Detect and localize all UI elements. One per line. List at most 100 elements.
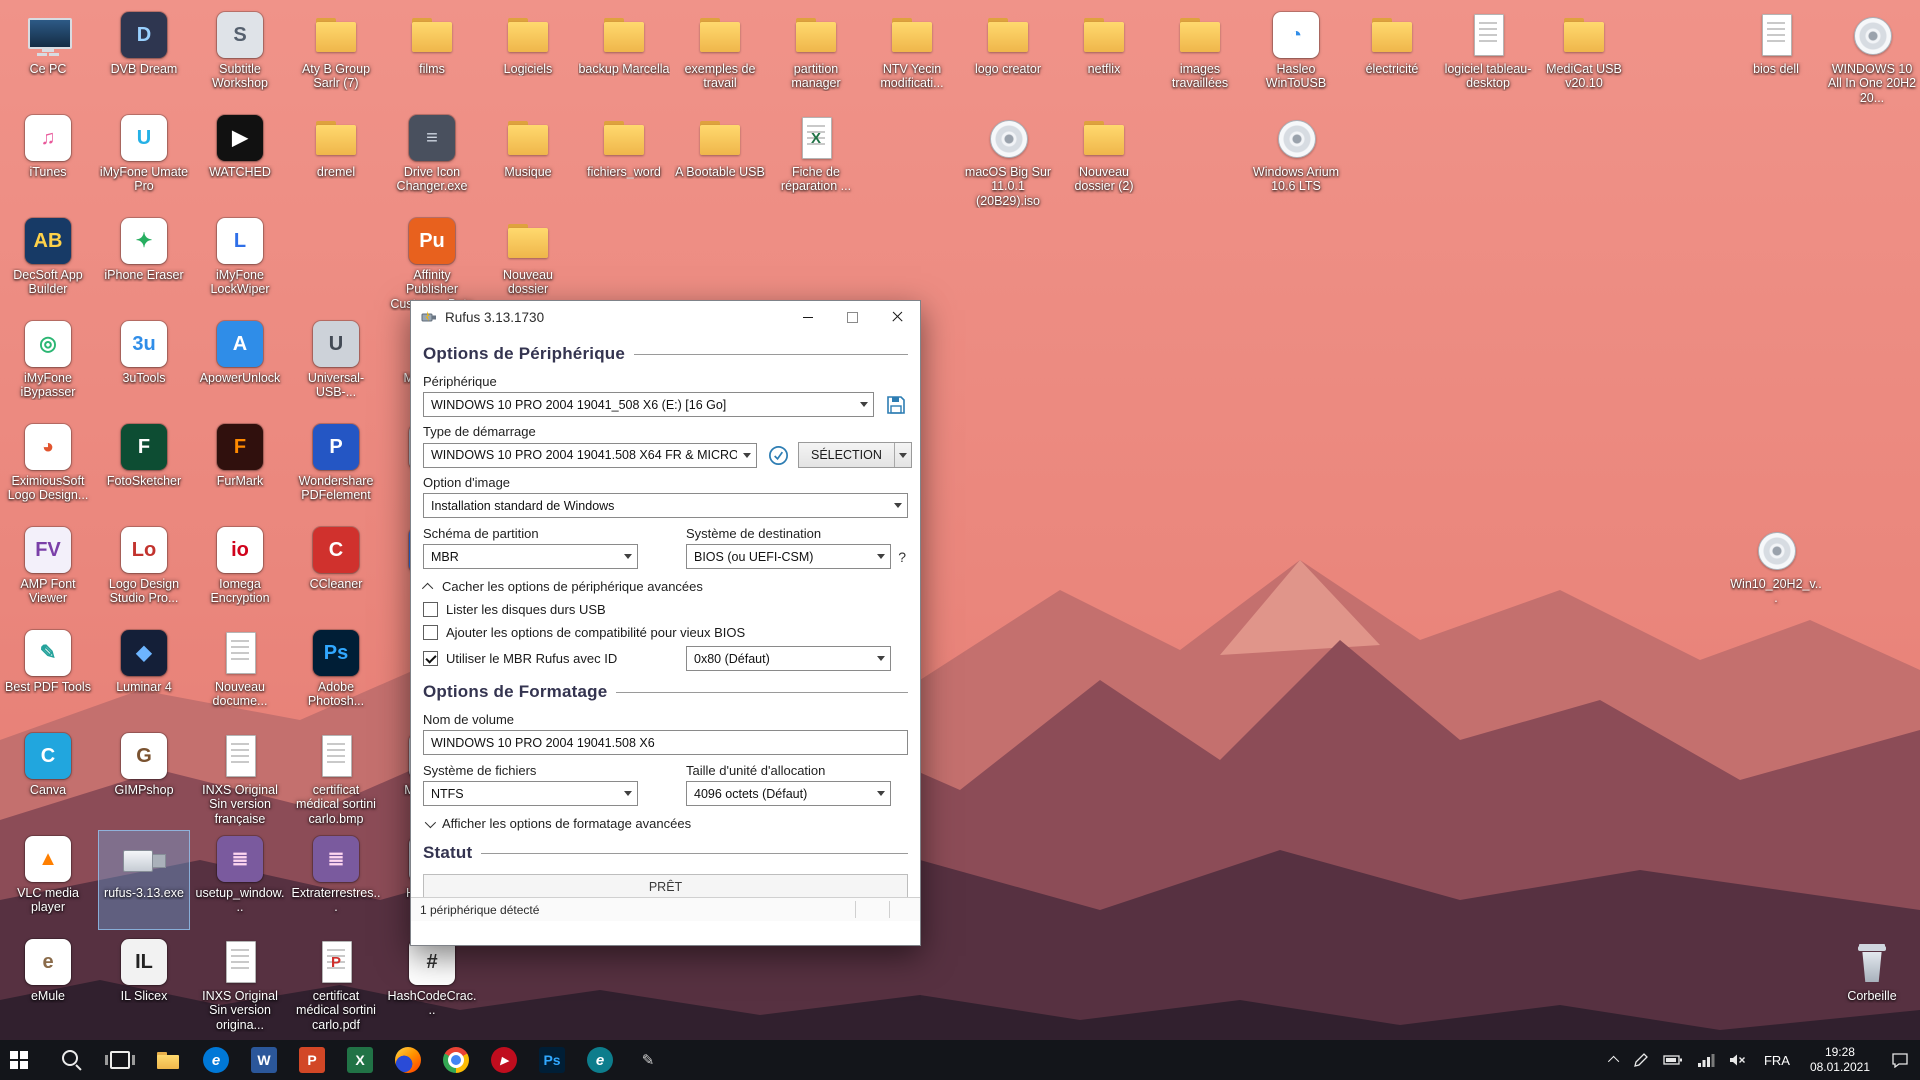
desktop-icon-extraterrestres[interactable]: ≣Extraterrestres... (290, 830, 382, 930)
desktop-icon-fiche-de-r-paration[interactable]: XFiche de réparation ... (770, 109, 862, 209)
edge-app[interactable]: e (192, 1040, 240, 1080)
hidden-icons-chevron[interactable] (1604, 1040, 1626, 1080)
desktop-icon-imyfone-ibypasser[interactable]: ◎iMyFone iBypasser (2, 315, 94, 415)
media-app[interactable]: ▸ (480, 1040, 528, 1080)
save-icon[interactable] (884, 393, 908, 417)
desktop-icon-imyfone-umate-pro[interactable]: UiMyFone Umate Pro (98, 109, 190, 209)
desktop-icon-vlc-media-player[interactable]: ▲VLC media player (2, 830, 94, 930)
check-circle-icon[interactable] (767, 444, 790, 467)
desktop-icon-emule[interactable]: eeMule (2, 933, 94, 1033)
desktop-icon-win10-20h2-v[interactable]: Win10_20H2_v... (1730, 521, 1822, 621)
desktop-icon-hasleo-wintousb[interactable]: ◔Hasleo WinToUSB (1250, 6, 1342, 106)
edge-chromium-app[interactable]: e (576, 1040, 624, 1080)
desktop-icon-gimpshop[interactable]: GGIMPshop (98, 727, 190, 827)
desktop-icon-logo-creator[interactable]: logo creator (962, 6, 1054, 106)
desktop-icon-hashcodecrac[interactable]: #HashCodeCrac... (386, 933, 478, 1033)
desktop-icon-itunes[interactable]: ♫iTunes (2, 109, 94, 209)
desktop-icon-universal-usb[interactable]: UUniversal-USB-... (290, 315, 382, 415)
desktop-icon-ntv-yecin-modificati[interactable]: NTV Yecin modificati... (866, 6, 958, 106)
language-indicator[interactable]: FRA (1754, 1040, 1800, 1080)
desktop-icon-inxs-original-sin-version-origina[interactable]: INXS Original Sin version origina... (194, 933, 286, 1033)
help-icon[interactable]: ? (898, 549, 908, 565)
desktop-icon-fotosketcher[interactable]: FFotoSketcher (98, 418, 190, 518)
desktop-icon-nouveau-dossier[interactable]: Nouveau dossier (482, 212, 574, 312)
word-app[interactable]: W (240, 1040, 288, 1080)
desktop-icon-drive-icon-changer-exe[interactable]: ≡Drive Icon Changer.exe (386, 109, 478, 209)
desktop-icon-eximioussoft-logo-design[interactable]: ◕EximiousSoft Logo Design... (2, 418, 94, 518)
desktop-icon-watched[interactable]: ▶WATCHED (194, 109, 286, 209)
desktop-icon-exemples-de-travail[interactable]: exemples de travail (674, 6, 766, 106)
desktop-icon-affinity-publisher-customer-beta[interactable]: PuAffinity Publisher Customer Beta (386, 212, 478, 312)
show-advanced-format-options[interactable]: Afficher les options de formatage avancé… (423, 815, 908, 832)
desktop-icon-subtitle-workshop[interactable]: SSubtitle Workshop (194, 6, 286, 106)
volume-button[interactable] (1722, 1040, 1754, 1080)
desktop-icon-iomega-encryption[interactable]: ioIomega Encryption (194, 521, 286, 621)
desktop-icon-macos-big-sur-11-0-1-20b29-iso[interactable]: macOS Big Sur 11.0.1 (20B29).iso (962, 109, 1054, 209)
desktop-icon-luminar-4[interactable]: ◆Luminar 4 (98, 624, 190, 724)
desktop-icon-logiciel-tableau-desktop[interactable]: logiciel tableau-desktop (1442, 6, 1534, 106)
desktop-icon-windows-10-all-in-one-20h2-20[interactable]: WINDOWS 10 All In One 20H2 20... (1826, 6, 1918, 106)
desktop-icon-lectricit[interactable]: électricité (1346, 6, 1438, 106)
desktop-icon-images-travaill-es[interactable]: images travaillées (1154, 6, 1246, 106)
desktop-icon-inxs-original-sin-version-fran-aise[interactable]: INXS Original Sin version française (194, 727, 286, 827)
cluster-size-select[interactable]: 4096 octets (Défaut) (686, 781, 891, 806)
desktop-icon-adobe-photosh[interactable]: PsAdobe Photosh... (290, 624, 382, 724)
selection-dropdown-arrow[interactable] (894, 443, 911, 467)
desktop-icon-fichiers-word[interactable]: fichiers_word (578, 109, 670, 209)
desktop-icon-nouveau-dossier-2[interactable]: Nouveau dossier (2) (1058, 109, 1150, 209)
pen-tool-app[interactable]: ✎ (624, 1040, 672, 1080)
close-button-titlebar[interactable] (875, 301, 920, 333)
desktop-icon-imyfone-lockwiper[interactable]: LiMyFone LockWiper (194, 212, 286, 312)
desktop-icon-furmark[interactable]: FFurMark (194, 418, 286, 518)
powerpoint-app[interactable]: P (288, 1040, 336, 1080)
desktop-icon-rufus-3-13-exe[interactable]: rufus-3.13.exe (98, 830, 190, 930)
boot-type-select[interactable]: WINDOWS 10 PRO 2004 19041.508 X64 FR & M… (423, 443, 757, 468)
desktop-icon-musique[interactable]: Musique (482, 109, 574, 209)
desktop-icon-nouveau-docume[interactable]: Nouveau docume... (194, 624, 286, 724)
clock[interactable]: 19:28 08.01.2021 (1800, 1040, 1880, 1080)
file-system-select[interactable]: NTFS (423, 781, 638, 806)
desktop-icon-medicat-usb-v20-10[interactable]: MediCat USB v20.10 (1538, 6, 1630, 106)
desktop-icon-partition-manager[interactable]: partition manager (770, 6, 862, 106)
desktop-icon-certificat-m-dical-sortini-carlo-bmp[interactable]: certificat médical sortini carlo.bmp (290, 727, 382, 827)
start-button[interactable] (0, 1040, 48, 1080)
task-view-button[interactable] (96, 1040, 144, 1080)
desktop-icon-apowerunlock[interactable]: AApowerUnlock (194, 315, 286, 415)
maximize-button[interactable] (830, 301, 875, 333)
desktop-icon-certificat-m-dical-sortini-carlo-pdf[interactable]: Pcertificat médical sortini carlo.pdf (290, 933, 382, 1033)
image-option-select[interactable]: Installation standard de Windows (423, 493, 908, 518)
partition-scheme-select[interactable]: MBR (423, 544, 638, 569)
selection-button[interactable]: SÉLECTION (798, 442, 912, 468)
volume-name-input[interactable] (423, 730, 908, 755)
desktop-icon-canva[interactable]: CCanva (2, 727, 94, 827)
desktop-icon-windows-arium-10-6-lts[interactable]: Windows Arium 10.6 LTS (1250, 109, 1342, 209)
desktop-icon-aty-b-group-sarlr-7[interactable]: Aty B Group Sarlr (7) (290, 6, 382, 106)
desktop-icon-a-bootable-usb[interactable]: A Bootable USB (674, 109, 766, 209)
list-usb-checkbox-row[interactable]: Lister les disques durs USB (423, 601, 908, 618)
desktop-icon-decsoft-app-builder[interactable]: ABDecSoft App Builder (2, 212, 94, 312)
desktop-icon-dremel[interactable]: dremel (290, 109, 382, 209)
desktop-icon-ccleaner[interactable]: CCCleaner (290, 521, 382, 621)
search-button[interactable] (48, 1040, 96, 1080)
desktop-icon-amp-font-viewer[interactable]: FVAMP Font Viewer (2, 521, 94, 621)
device-select[interactable]: WINDOWS 10 PRO 2004 19041_508 X6 (E:) [1… (423, 392, 874, 417)
desktop-icon-il-slicex[interactable]: ILIL Slicex (98, 933, 190, 1033)
network-button[interactable] (1690, 1040, 1722, 1080)
rufus-mbr-checkbox-row[interactable]: Utiliser le MBR Rufus avec ID (423, 650, 686, 667)
desktop-icon-logiciels[interactable]: Logiciels (482, 6, 574, 106)
desktop-icon-grid[interactable]: Ce PCDDVB DreamSSubtitle WorkshopAty B G… (0, 0, 1920, 1040)
title-bar[interactable]: Rufus 3.13.1730 (411, 301, 920, 333)
chrome-app[interactable] (432, 1040, 480, 1080)
file-explorer-app[interactable] (144, 1040, 192, 1080)
action-center-button[interactable] (1880, 1040, 1920, 1080)
photoshop-app[interactable]: Ps (528, 1040, 576, 1080)
hide-advanced-device-options[interactable]: Cacher les options de périphérique avanc… (423, 578, 908, 595)
checkbox-unchecked-icon[interactable] (423, 602, 438, 617)
desktop-icon-3utools[interactable]: 3u3uTools (98, 315, 190, 415)
mbr-id-select[interactable]: 0x80 (Défaut) (686, 646, 891, 671)
desktop-icon-wondershare-pdfelement[interactable]: PWondershare PDFelement (290, 418, 382, 518)
desktop-icon-iphone-eraser[interactable]: ✦iPhone Eraser (98, 212, 190, 312)
desktop-icon-films[interactable]: films (386, 6, 478, 106)
checkbox-checked-icon[interactable] (423, 651, 438, 666)
desktop-icon-backup-marcella[interactable]: backup Marcella (578, 6, 670, 106)
